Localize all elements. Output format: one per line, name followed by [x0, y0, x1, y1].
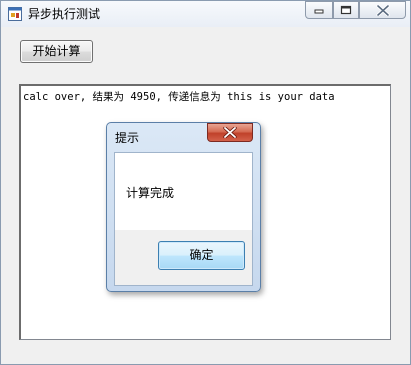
dialog-close-button[interactable]	[207, 123, 253, 142]
minimize-icon	[314, 9, 324, 14]
ok-button[interactable]: 确定	[158, 241, 245, 270]
main-window: 异步执行测试 开始计算 calc over, 结果为 4950, 传递信息为 t…	[0, 0, 411, 365]
output-text: calc over, 结果为 4950, 传递信息为 this is your …	[23, 91, 335, 103]
window-title: 异步执行测试	[28, 7, 101, 21]
close-icon	[223, 127, 237, 138]
close-icon	[375, 4, 390, 16]
dialog-body: 计算完成 确定	[114, 152, 253, 286]
app-window-icon	[8, 7, 22, 21]
message-dialog: 提示 计算完成 确定	[106, 122, 261, 292]
start-calc-button[interactable]: 开始计算	[20, 40, 93, 63]
title-bar[interactable]: 异步执行测试	[1, 1, 410, 27]
maximize-icon	[340, 5, 352, 15]
dialog-footer: 确定	[115, 230, 252, 285]
close-button[interactable]	[359, 1, 406, 19]
dialog-title: 提示	[115, 131, 140, 145]
dialog-message: 计算完成	[126, 186, 175, 200]
minimize-button[interactable]	[305, 1, 333, 19]
maximize-button[interactable]	[333, 1, 359, 19]
